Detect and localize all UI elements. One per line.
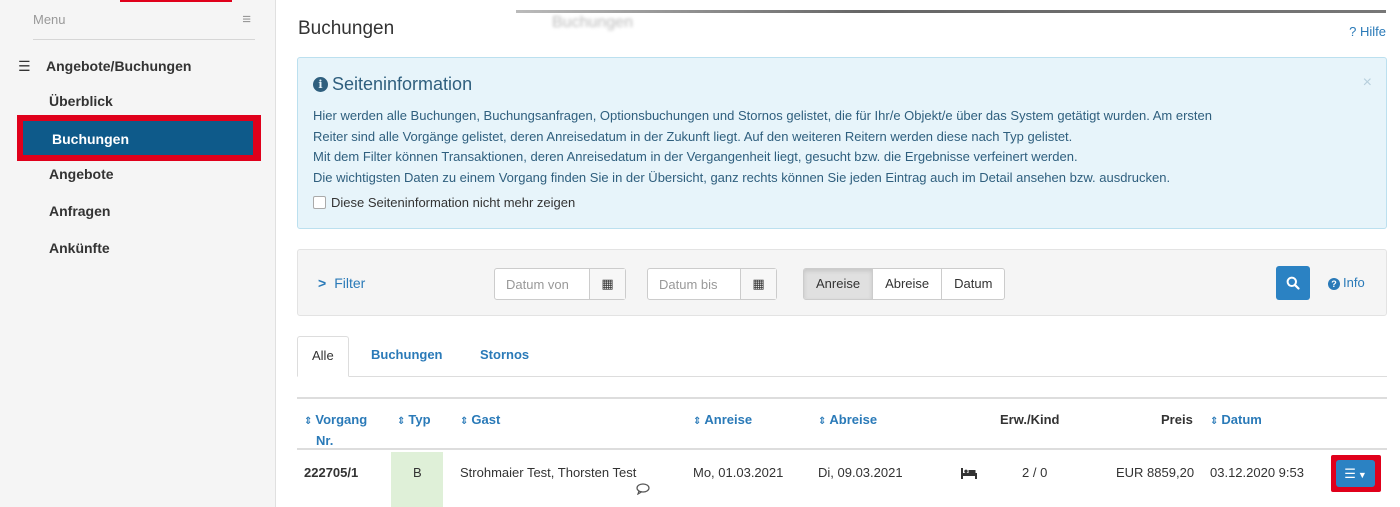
page-title: Buchungen	[298, 18, 395, 39]
sidebar-menu-header: Menu ≡	[33, 11, 255, 40]
filter-info-link[interactable]: ? Info	[1328, 275, 1365, 290]
info-title: i Seiteninformation	[313, 74, 472, 95]
row-actions-highlight: ☰ ▼	[1331, 455, 1381, 492]
ghost-title: Buchungen	[552, 14, 633, 31]
sidebar-item-angebote[interactable]: Angebote	[49, 166, 114, 182]
hamburger-icon[interactable]: ≡	[242, 11, 251, 28]
row-actions-button[interactable]: ☰ ▼	[1336, 460, 1375, 487]
bed-icon	[961, 467, 977, 482]
date-from-placeholder: Datum von	[506, 277, 569, 292]
hide-info-label: Diese Seiteninformation nicht mehr zeige…	[331, 195, 576, 210]
header-vorgang-line2: Nr.	[316, 433, 334, 448]
calendar-icon[interactable]: ▦	[740, 269, 776, 299]
overlay-bar	[516, 10, 1386, 13]
tab-alle[interactable]: Alle	[297, 336, 349, 377]
sidebar-item-ueberblick[interactable]: Überblick	[49, 93, 113, 109]
sidebar-item-buchungen-highlight: Buchungen	[17, 115, 261, 161]
help-link[interactable]: ? Hilfe	[1349, 24, 1386, 39]
cell-abreise: Di, 09.03.2021	[818, 465, 903, 480]
list-icon: ☰	[18, 58, 31, 74]
sidebar-item-buchungen[interactable]: Buchungen	[23, 121, 253, 155]
info-line: Hier werden alle Buchungen, Buchungsanfr…	[313, 108, 1212, 123]
header-anreise-label: Anreise	[704, 412, 753, 427]
header-vorgang-line1: Vorgang	[315, 412, 368, 427]
info-text: Hier werden alle Buchungen, Buchungsanfr…	[313, 106, 1373, 188]
cell-gast: Strohmaier Test, Thorsten Test	[460, 465, 637, 480]
comment-icon[interactable]	[636, 483, 650, 498]
info-line: Mit dem Filter können Transaktionen, der…	[313, 149, 1078, 164]
sidebar: Menu ≡ ☰ Angebote/Buchungen Überblick Buc…	[0, 0, 276, 507]
sort-icon: ⇕	[1210, 416, 1219, 427]
sidebar-section-angebote-buchungen[interactable]: ☰ Angebote/Buchungen	[18, 58, 191, 75]
header-vorgang[interactable]: ⇕ Vorgang Nr.	[304, 410, 367, 450]
header-abreise[interactable]: ⇕ Abreise	[818, 410, 877, 431]
search-button[interactable]	[1276, 266, 1310, 300]
header-gast-label: Gast	[471, 412, 501, 427]
page-info-box: i Seiteninformation × Hier werden alle Bu…	[297, 57, 1387, 229]
highlight-marker	[120, 0, 232, 2]
date-type-toggle: Anreise Abreise Datum	[803, 268, 1006, 300]
sort-icon: ⇕	[693, 416, 702, 427]
menu-label: Menu	[33, 12, 66, 27]
filter-info-label: Info	[1343, 275, 1365, 290]
tab-bar: Alle Buchungen Stornos	[297, 336, 1387, 377]
segment-datum[interactable]: Datum	[942, 269, 1004, 299]
cell-datum: 03.12.2020 9:53	[1210, 465, 1304, 480]
segment-abreise[interactable]: Abreise	[873, 269, 943, 299]
list-icon: ☰	[1344, 466, 1356, 481]
tab-stornos[interactable]: Stornos	[466, 336, 543, 377]
date-from-field[interactable]: Datum von ▦	[494, 268, 626, 300]
date-to-field[interactable]: Datum bis ▦	[647, 268, 777, 300]
hide-info-checkbox[interactable]	[313, 196, 326, 209]
cell-typ: B	[391, 452, 443, 507]
cell-erwkind: 2 / 0	[1022, 465, 1048, 480]
sort-icon: ⇕	[818, 416, 827, 427]
sort-icon: ⇕	[460, 416, 469, 427]
typ-value: B	[413, 465, 422, 480]
info-icon: i	[313, 77, 328, 92]
header-typ[interactable]: ⇕ Typ	[397, 410, 431, 431]
cell-anreise: Mo, 01.03.2021	[693, 465, 784, 480]
sort-icon: ⇕	[397, 416, 406, 427]
info-line: Reiter sind alle Vorgänge gelistet, dere…	[313, 128, 1073, 144]
header-anreise[interactable]: ⇕ Anreise	[693, 410, 752, 431]
info-line: Die wichtigsten Daten zu einem Vorgang f…	[313, 169, 1171, 185]
hide-info-option[interactable]: Diese Seiteninformation nicht mehr zeige…	[313, 195, 575, 210]
header-datum[interactable]: ⇕ Datum	[1210, 410, 1262, 431]
sidebar-item-ankuenfte[interactable]: Ankünfte	[49, 240, 110, 256]
sidebar-section-label: Angebote/Buchungen	[46, 58, 192, 74]
tab-buchungen[interactable]: Buchungen	[357, 336, 457, 377]
caret-down-icon: ▼	[1357, 470, 1367, 480]
header-datum-label: Datum	[1221, 412, 1262, 427]
header-abreise-label: Abreise	[829, 412, 878, 427]
chevron-right-icon: >	[318, 275, 327, 291]
header-erwkind: Erw./Kind	[1000, 412, 1060, 427]
date-to-placeholder: Datum bis	[659, 277, 718, 292]
filter-toggle[interactable]: > Filter	[318, 275, 365, 291]
sidebar-item-anfragen[interactable]: Anfragen	[49, 203, 110, 219]
calendar-icon[interactable]: ▦	[589, 269, 625, 299]
header-preis: Preis	[1161, 412, 1193, 427]
filter-label: Filter	[334, 275, 366, 291]
close-icon[interactable]: ×	[1363, 74, 1372, 92]
sort-icon: ⇕	[304, 416, 313, 427]
info-title-text: Seiteninformation	[332, 74, 473, 94]
filter-bar: > Filter Datum von ▦ Datum bis ▦ Anreise …	[297, 249, 1387, 316]
table-row[interactable]: 222705/1 B Strohmaier Test, Thorsten Tes…	[297, 452, 1387, 507]
cell-vorgang: 222705/1	[304, 465, 359, 480]
header-gast[interactable]: ⇕ Gast	[460, 410, 500, 431]
cell-preis: EUR 8859,20	[1116, 465, 1195, 480]
search-icon	[1286, 276, 1300, 290]
header-typ-label: Typ	[408, 412, 431, 427]
segment-anreise[interactable]: Anreise	[804, 269, 874, 299]
question-icon: ?	[1328, 278, 1340, 290]
table-header: ⇕ Vorgang Nr. ⇕ Typ ⇕ Gast ⇕ Anreise ⇕ Abreis…	[297, 397, 1387, 450]
